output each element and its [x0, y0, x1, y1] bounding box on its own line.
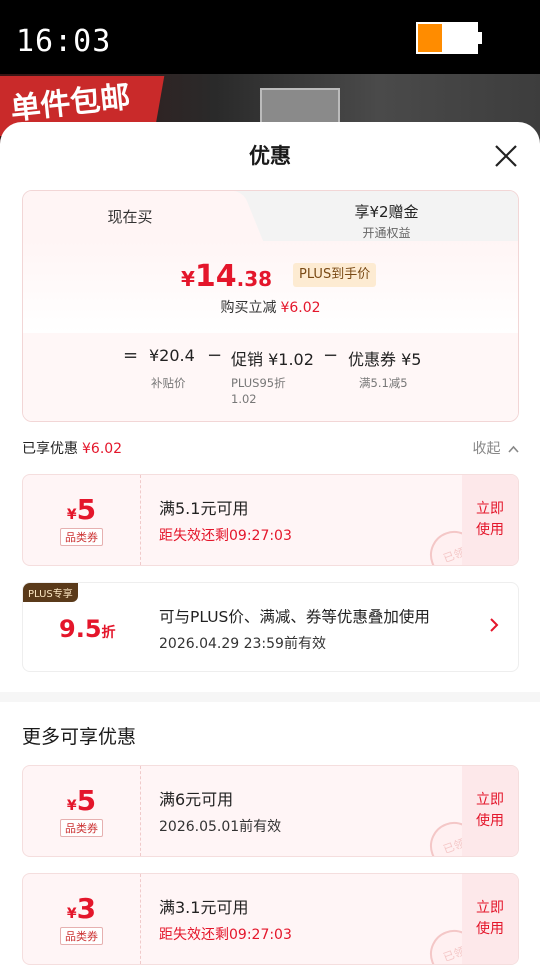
- use-now-label-1: 立即: [476, 900, 504, 916]
- status-bar: 16:03: [0, 0, 540, 78]
- coupon-amount: ¥3: [66, 892, 97, 925]
- plus-discount-info: 可与PLUS价、满减、券等优惠叠加使用 2026.04.29 23:59前有效: [159, 605, 430, 653]
- tab-buy-now[interactable]: 现在买: [23, 191, 237, 241]
- promo-discount-label: PLUS95折: [231, 376, 286, 390]
- coupon-amount: ¥5: [66, 493, 97, 526]
- promo-discount-amount: 1.02: [231, 392, 257, 406]
- use-now-label-2: 使用: [476, 522, 504, 538]
- chevron-up-icon: [508, 445, 519, 453]
- final-price-area: ¥14.38 PLUS到手价 购买立减 ¥6.02: [23, 241, 518, 333]
- coupon-info: 满3.1元可用 距失效还剩09:27:03: [159, 894, 458, 944]
- use-now-label-2: 使用: [476, 813, 504, 829]
- tab-membership[interactable]: 享¥2赠金 开通权益: [253, 191, 518, 241]
- more-discounts-title: 更多可享优惠: [22, 726, 137, 748]
- coupon-condition: 满3.1元可用: [159, 898, 249, 917]
- coupon-info: 满6元可用 2026.05.01前有效: [159, 786, 458, 836]
- tab-membership-title: 享¥2赠金: [354, 203, 419, 221]
- base-price-label: 补贴价: [151, 376, 186, 390]
- minus-sign: −: [323, 345, 339, 366]
- plus-discount-desc: 可与PLUS价、满减、券等优惠叠加使用: [159, 608, 430, 626]
- plus-discount-value: 9.5折: [59, 615, 116, 643]
- use-now-button[interactable]: 立即 使用: [462, 874, 518, 964]
- chevron-right-icon[interactable]: [488, 617, 500, 633]
- coupon-card[interactable]: ¥5 品类券 满5.1元可用 距失效还剩09:27:03 已领 立即 使用: [22, 474, 519, 566]
- instant-discount-amount: ¥6.02: [280, 300, 321, 316]
- battery-level: [418, 24, 443, 52]
- plus-discount-card[interactable]: PLUS专享 9.5折 可与PLUS价、满减、券等优惠叠加使用 2026.04.…: [22, 582, 519, 672]
- tab-buy-now-label: 现在买: [107, 207, 153, 226]
- coupon-value-block: ¥5 品类券: [23, 475, 141, 565]
- coupon-expiry: 2026.05.01前有效: [159, 819, 282, 835]
- minus-sign: −: [207, 345, 223, 366]
- section-divider: [0, 692, 540, 702]
- use-now-label-2: 使用: [476, 921, 504, 937]
- coupon-condition: 满6元可用: [159, 790, 234, 809]
- price-decimal: .38: [236, 267, 273, 291]
- coupon-type-badge: 品类券: [60, 927, 103, 945]
- use-now-button[interactable]: 立即 使用: [462, 475, 518, 565]
- status-time: 16:03: [16, 24, 112, 59]
- plus-discount-expiry: 2026.04.29 23:59前有效: [159, 636, 326, 652]
- use-now-label-1: 立即: [476, 501, 504, 517]
- enjoyed-amount: ¥6.02: [82, 441, 123, 457]
- price-breakdown: = ¥20.4 补贴价 − 促销 ¥1.02 PLUS95折 1.02 − 优惠…: [23, 333, 518, 421]
- coupon-type-badge: 品类券: [60, 819, 103, 837]
- final-price: ¥14.38: [181, 259, 272, 294]
- coupon-card[interactable]: ¥5 品类券 满6元可用 2026.05.01前有效 已领 立即 使用: [22, 765, 519, 857]
- price-integer: 14: [194, 259, 237, 294]
- equals-sign: =: [123, 345, 139, 366]
- price-tabs: 享¥2赠金 开通权益 现在买: [23, 191, 518, 241]
- coupon-value-block: ¥5 品类券: [23, 766, 141, 856]
- use-now-label-1: 立即: [476, 792, 504, 808]
- coupon-type-badge: 品类券: [60, 528, 103, 546]
- tab-membership-subtitle: 开通权益: [362, 226, 411, 240]
- collapse-button[interactable]: 收起: [473, 438, 519, 458]
- close-icon[interactable]: [492, 142, 520, 170]
- coupon-value-block: ¥3 品类券: [23, 874, 141, 964]
- coupon-expiry: 距失效还剩09:27:03: [159, 528, 292, 544]
- discount-sheet: 优惠 享¥2赠金 开通权益 现在买 ¥14.38 PLUS到手价 购买立减 ¥6.…: [0, 122, 540, 976]
- price-currency: ¥: [181, 267, 195, 291]
- instant-discount: 购买立减 ¥6.02: [23, 297, 518, 317]
- coupon-discount-label: 满5.1减5: [359, 376, 408, 390]
- plus-price-tag: PLUS到手价: [293, 263, 377, 287]
- coupon-condition: 满5.1元可用: [159, 499, 249, 518]
- sheet-title: 优惠: [249, 144, 291, 168]
- promo-discount-value: 促销 ¥1.02: [231, 350, 314, 369]
- coupon-card[interactable]: ¥3 品类券 满3.1元可用 距失效还剩09:27:03 已领 立即 使用: [22, 873, 519, 965]
- price-card: 享¥2赠金 开通权益 现在买 ¥14.38 PLUS到手价 购买立减 ¥6.02 …: [22, 190, 519, 422]
- battery-icon: [416, 22, 482, 54]
- coupon-info: 满5.1元可用 距失效还剩09:27:03: [159, 495, 458, 545]
- enjoyed-discounts-header: 已享优惠 ¥6.02 收起: [22, 438, 519, 460]
- coupon-discount-value: 优惠券 ¥5: [348, 350, 422, 369]
- use-now-button[interactable]: 立即 使用: [462, 766, 518, 856]
- plus-exclusive-badge: PLUS专享: [23, 583, 78, 602]
- coupon-expiry: 距失效还剩09:27:03: [159, 927, 292, 943]
- enjoyed-label: 已享优惠: [22, 441, 78, 457]
- collapse-label: 收起: [472, 441, 501, 457]
- instant-discount-label: 购买立减: [220, 300, 277, 316]
- coupon-amount: ¥5: [66, 784, 97, 817]
- base-price-value: ¥20.4: [149, 346, 195, 365]
